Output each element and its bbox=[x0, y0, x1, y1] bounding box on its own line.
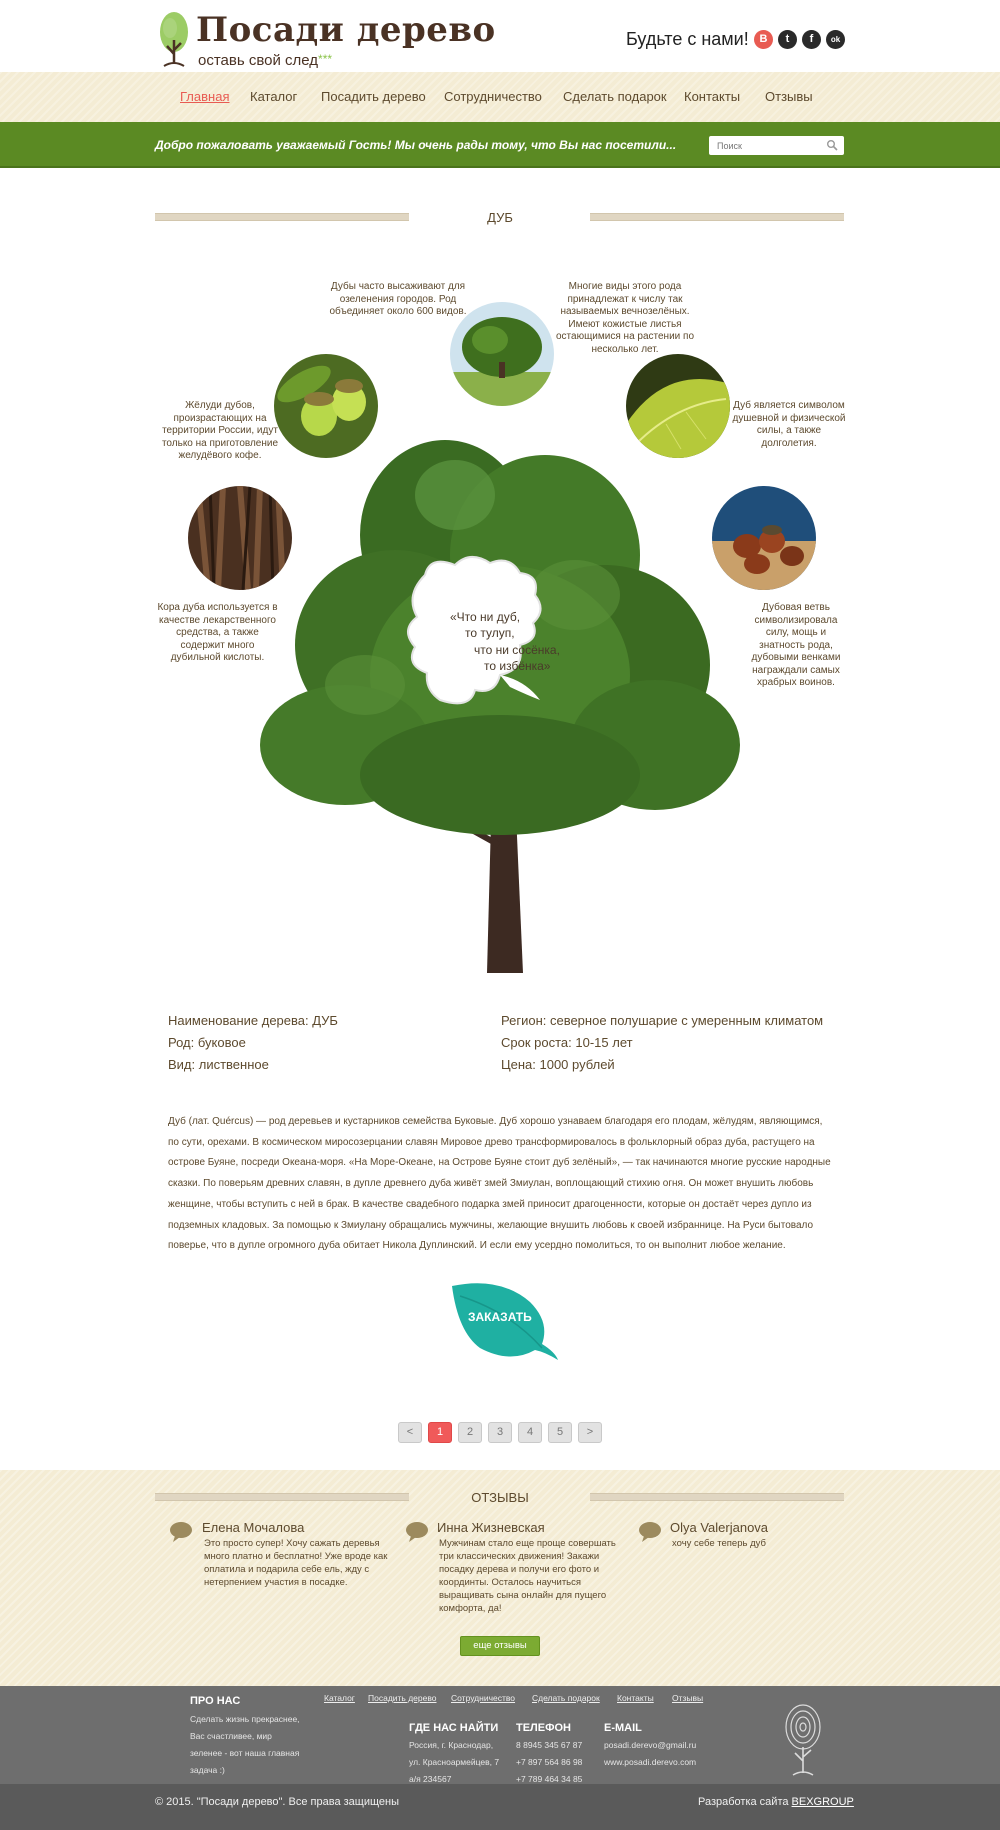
tree-growth-time: Срок роста: 10-15 лет bbox=[501, 1035, 633, 1050]
tree-region: Регион: северное полушарие с умеренным к… bbox=[501, 1013, 824, 1028]
fact-text: Дубовая ветвь символизировала силу, мощь… bbox=[751, 602, 841, 688]
tree-description: Дуб (лат. Quércus) — род деревьев и куст… bbox=[168, 1116, 831, 1252]
review-text: Мужчинам стало еще проще совершать три к… bbox=[439, 1538, 616, 1614]
fingerprint-tree-icon bbox=[785, 1704, 821, 1776]
nav-item-reviews[interactable]: Отзывы bbox=[765, 89, 813, 104]
logo-title[interactable]: Посади дерево bbox=[196, 10, 496, 50]
section-divider-left bbox=[155, 213, 409, 221]
pagination-page[interactable]: 5 bbox=[548, 1422, 572, 1443]
footer-email-title: E-MAIL bbox=[604, 1722, 642, 1734]
twitter-icon[interactable]: t bbox=[778, 30, 797, 49]
quote-line: то избёнка» bbox=[484, 659, 551, 673]
pagination-page[interactable]: 4 bbox=[518, 1422, 542, 1443]
copyright-text: © 2015. "Посади дерево". Все права защищ… bbox=[155, 1796, 400, 1808]
fact-text: Дубы часто высаживают для озеленения гор… bbox=[329, 281, 467, 317]
more-reviews-button[interactable]: еще отзывы bbox=[460, 1636, 540, 1656]
welcome-bar: Добро пожаловать уважаемый Гость! Мы оче… bbox=[0, 122, 1000, 168]
section-divider-left bbox=[155, 1493, 409, 1501]
welcome-text: Добро пожаловать уважаемый Гость! Мы оче… bbox=[155, 138, 677, 152]
fact-text: Многие виды этого рода принадлежат к чис… bbox=[555, 281, 695, 355]
pagination-prev[interactable]: < bbox=[398, 1422, 422, 1443]
footer-about-line: задача :) bbox=[190, 1765, 225, 1775]
review-text: хочу себе теперь дуб bbox=[672, 1538, 766, 1549]
oak-tree-photo bbox=[450, 302, 554, 406]
section-divider-right bbox=[590, 213, 844, 221]
footer-link-contacts[interactable]: Контакты bbox=[617, 1693, 654, 1703]
footer-phone-title: ТЕЛЕФОН bbox=[516, 1722, 571, 1734]
footer-phone[interactable]: 8 8945 345 67 87 bbox=[516, 1737, 582, 1754]
footer-link-catalog[interactable]: Каталог bbox=[324, 1693, 355, 1703]
logo-subtitle-text: оставь свой след bbox=[198, 52, 319, 69]
review-author: Olya Valerjanova bbox=[670, 1520, 769, 1535]
footer-about-line: Вас счастливее, мир bbox=[190, 1731, 272, 1741]
order-button-label[interactable]: ЗАКАЗАТЬ bbox=[468, 1310, 532, 1324]
tree-section-title: ДУБ bbox=[487, 210, 513, 225]
search-icon[interactable] bbox=[826, 139, 838, 151]
facebook-icon[interactable]: f bbox=[802, 30, 821, 49]
footer-email[interactable]: posadi.derevo@gmail.ru bbox=[604, 1737, 696, 1754]
developer-credit: Разработка сайта BEXGROUP bbox=[698, 1796, 854, 1808]
nav-item-cooperation[interactable]: Сотрудничество bbox=[444, 89, 542, 104]
odnoklassniki-icon[interactable]: ok bbox=[826, 30, 845, 49]
logo-subtitle: оставь свой след*** bbox=[198, 52, 332, 69]
tree-price: Цена: 1000 рублей bbox=[501, 1057, 615, 1072]
join-us-text: Будьте с нами! bbox=[626, 29, 749, 49]
footer-link-reviews[interactable]: Отзывы bbox=[672, 1693, 703, 1703]
logo-stars: *** bbox=[318, 52, 333, 66]
footer-address-line: ул. Красноармейцев, 7 bbox=[409, 1757, 500, 1767]
speech-bubble-icon bbox=[406, 1522, 428, 1542]
footer-about-line: зеленее - вот наша главная bbox=[190, 1748, 300, 1758]
vk-icon[interactable]: В bbox=[754, 30, 773, 49]
nav-item-catalog[interactable]: Каталог bbox=[250, 89, 297, 104]
footer-link-cooperation[interactable]: Сотрудничество bbox=[451, 1693, 515, 1703]
footer-about-line: Сделать жизнь прекраснее, bbox=[190, 1714, 300, 1724]
speech-bubble-icon bbox=[170, 1522, 192, 1542]
site-header: Посади дерево оставь свой след*** Будьте… bbox=[0, 0, 1000, 72]
footer-address-title: ГДЕ НАС НАЙТИ bbox=[409, 1722, 499, 1734]
review-author: Елена Мочалова bbox=[202, 1520, 305, 1535]
footer-address-line: Россия, г. Краснодар, bbox=[409, 1740, 494, 1750]
footer-link-plant-tree[interactable]: Посадить дерево bbox=[368, 1693, 437, 1703]
pagination-page[interactable]: 1 bbox=[428, 1422, 452, 1443]
speech-bubble-icon bbox=[639, 1522, 661, 1542]
fact-text: Дуб является символом душевной и физичес… bbox=[732, 400, 846, 449]
logo-tree-icon[interactable] bbox=[158, 10, 190, 70]
search-input[interactable] bbox=[709, 136, 844, 155]
review-author: Инна Жизневская bbox=[437, 1520, 545, 1535]
tree-name-label: Наименование дерева: ДУБ bbox=[168, 1013, 338, 1028]
footer-about-title: ПРО НАС bbox=[190, 1695, 241, 1707]
developer-link[interactable]: BEXGROUP bbox=[792, 1796, 854, 1808]
pagination-next[interactable]: > bbox=[578, 1422, 602, 1443]
tree-type: Вид: лиственное bbox=[168, 1057, 269, 1072]
footer-website[interactable]: www.posadi.derevo.com bbox=[604, 1754, 696, 1771]
developer-credit-text: Разработка сайта bbox=[698, 1796, 792, 1808]
nav-item-plant-tree[interactable]: Посадить дерево bbox=[321, 89, 426, 104]
nav-item-gift[interactable]: Сделать подарок bbox=[563, 89, 667, 104]
footer-link-gift[interactable]: Сделать подарок bbox=[532, 1693, 600, 1703]
footer-phone[interactable]: +7 897 564 86 98 bbox=[516, 1754, 582, 1771]
main-nav: Главная Каталог Посадить дерево Сотрудни… bbox=[0, 72, 1000, 122]
section-divider-right bbox=[590, 1493, 844, 1501]
reviews-title: ОТЗЫВЫ bbox=[471, 1490, 529, 1505]
nav-item-home[interactable]: Главная bbox=[180, 89, 229, 104]
nav-item-contacts[interactable]: Контакты bbox=[684, 89, 740, 104]
quote-line: то тулуп, bbox=[465, 626, 515, 640]
pagination-page[interactable]: 3 bbox=[488, 1422, 512, 1443]
oak-tree-illustration bbox=[260, 440, 740, 973]
quote-line: что ни сосёнка, bbox=[474, 643, 560, 657]
quote-line: «Что ни дуб, bbox=[450, 610, 521, 624]
tree-family: Род: буковое bbox=[168, 1035, 246, 1050]
review-text: Это просто супер! Хочу сажать деревья мн… bbox=[204, 1538, 388, 1588]
pagination-page[interactable]: 2 bbox=[458, 1422, 482, 1443]
